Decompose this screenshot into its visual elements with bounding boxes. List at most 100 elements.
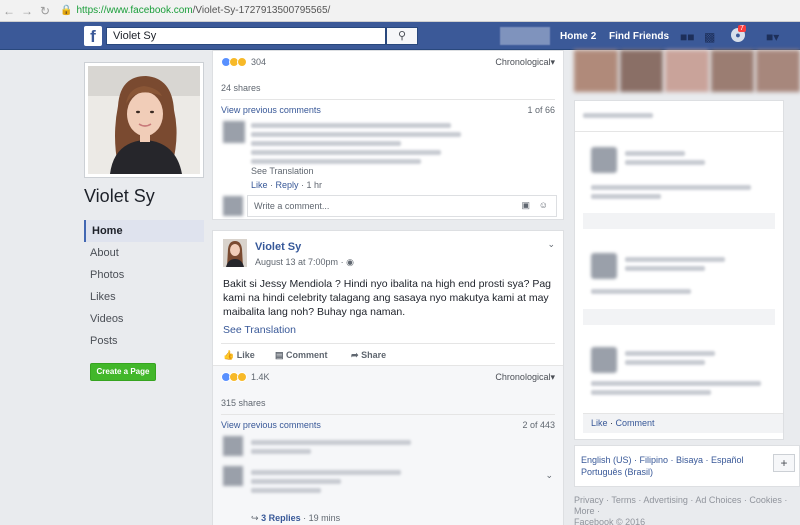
comment-pager: 2 of 443 bbox=[522, 420, 555, 430]
nav-item-videos[interactable]: Videos bbox=[84, 308, 204, 330]
notification-badge: 7 bbox=[738, 25, 746, 32]
author-avatar[interactable] bbox=[223, 239, 247, 267]
reply-arrow-icon: ↪ bbox=[251, 513, 259, 523]
nav-item-likes[interactable]: Likes bbox=[84, 286, 204, 308]
blurred-comment-text bbox=[251, 123, 471, 168]
page-nav: Home About Photos Likes Videos Posts bbox=[84, 220, 204, 352]
view-previous-comments[interactable]: View previous comments bbox=[221, 420, 321, 430]
post-card-1: 304 Chronological▾ 24 shares View previo… bbox=[212, 50, 564, 220]
create-page-button[interactable]: Create a Page bbox=[90, 363, 156, 381]
like-button[interactable]: 👍 Like bbox=[223, 350, 255, 361]
forward-icon[interactable]: → bbox=[18, 4, 36, 18]
photo-thumb[interactable] bbox=[710, 50, 755, 92]
sidebar-like-link[interactable]: Like bbox=[591, 418, 608, 428]
wow-reaction-icon bbox=[237, 372, 247, 382]
blurred-comment-text bbox=[251, 470, 451, 497]
comment-options-chevron-icon[interactable]: ⌄ bbox=[545, 470, 553, 481]
language-list-2[interactable]: Português (Brasil) bbox=[581, 466, 793, 478]
language-box: English (US) · Filipino · Bisaya · Españ… bbox=[574, 445, 800, 487]
find-friends-link[interactable]: Find Friends bbox=[609, 31, 669, 42]
address-bar[interactable]: 🔒 https://www.facebook.com/Violet-Sy-172… bbox=[60, 3, 700, 19]
back-icon[interactable]: ← bbox=[0, 4, 18, 18]
post-date[interactable]: August 13 at 7:00pm · ◉ bbox=[255, 257, 354, 268]
facebook-logo-icon[interactable]: f bbox=[84, 26, 102, 46]
reload-icon[interactable]: ↻ bbox=[36, 4, 54, 18]
photo-thumb[interactable] bbox=[619, 50, 664, 92]
commenter-avatar[interactable] bbox=[223, 466, 243, 486]
comment-icon: ▤ bbox=[275, 350, 284, 360]
nav-item-posts[interactable]: Posts bbox=[84, 330, 204, 352]
search-button[interactable]: ⚲ bbox=[386, 27, 418, 45]
nav-item-about[interactable]: About bbox=[84, 242, 204, 264]
page-title: Violet Sy bbox=[84, 186, 155, 206]
url-host: https://www.facebook.com bbox=[76, 5, 193, 16]
comments-section: 1.4K Chronological▾ 315 shares View prev… bbox=[213, 365, 563, 525]
lock-icon: 🔒 bbox=[60, 5, 73, 16]
comment-reply-link[interactable]: Reply bbox=[276, 180, 299, 190]
post-card-2: Violet Sy August 13 at 7:00pm · ◉ ⌄ Baki… bbox=[212, 230, 564, 525]
comment-like-link[interactable]: Like bbox=[251, 180, 268, 190]
comment-input[interactable]: Write a comment... ▣ ☺ bbox=[247, 195, 557, 217]
sidebar-avatar[interactable] bbox=[591, 253, 617, 279]
sidebar-actions: Like · Comment bbox=[583, 413, 783, 433]
profile-picture[interactable] bbox=[84, 62, 204, 178]
user-avatar[interactable] bbox=[500, 27, 550, 45]
my-avatar bbox=[223, 196, 243, 216]
add-language-button[interactable]: + bbox=[773, 454, 795, 472]
wow-reaction-icon bbox=[237, 57, 247, 67]
see-translation-link[interactable]: See Translation bbox=[251, 166, 314, 176]
sticker-icon[interactable]: ☺ bbox=[539, 200, 548, 210]
friend-requests-icon[interactable]: ■■ bbox=[680, 30, 695, 44]
nav-item-home[interactable]: Home bbox=[84, 220, 204, 242]
photo-thumb[interactable] bbox=[665, 50, 709, 92]
post-text: Bakit si Jessy Mendiola ? Hindi nyo ibal… bbox=[223, 278, 552, 318]
commenter-avatar[interactable] bbox=[223, 121, 245, 143]
search-icon: ⚲ bbox=[397, 30, 407, 42]
shares-count[interactable]: 24 shares bbox=[221, 83, 261, 93]
post-author[interactable]: Violet Sy bbox=[255, 241, 301, 253]
commenter-avatar[interactable] bbox=[223, 436, 243, 456]
reaction-summary[interactable]: 304 bbox=[221, 57, 266, 67]
post-options-chevron-icon[interactable]: ⌄ bbox=[547, 239, 555, 250]
reaction-count: 304 bbox=[251, 57, 267, 67]
see-translation-link[interactable]: See Translation bbox=[223, 324, 296, 336]
home-link[interactable]: Home 2 bbox=[560, 31, 596, 42]
comment-actions: Like · Reply · 1 hr bbox=[251, 180, 323, 190]
view-replies-link[interactable]: ↪ 3 Replies · 19 mins bbox=[251, 513, 340, 524]
messages-icon[interactable]: ▩ bbox=[704, 30, 715, 44]
sidebar-comment-link[interactable]: Comment bbox=[616, 418, 655, 428]
photo-thumb[interactable] bbox=[756, 50, 800, 92]
privacy-icon[interactable]: ■▾ bbox=[766, 30, 779, 44]
shares-count[interactable]: 315 shares bbox=[221, 398, 266, 408]
browser-toolbar: ← → ↻ 🔒 https://www.facebook.com/Violet-… bbox=[0, 0, 800, 22]
chevron-down-icon: ▾ bbox=[550, 372, 555, 382]
comment-button[interactable]: ▤ Comment bbox=[275, 350, 328, 361]
reaction-summary[interactable]: 1.4K bbox=[221, 372, 270, 382]
share-button[interactable]: ➦ Share bbox=[351, 350, 386, 361]
search-input[interactable]: Violet Sy bbox=[106, 27, 386, 45]
share-icon: ➦ bbox=[351, 350, 359, 360]
reaction-count: 1.4K bbox=[251, 372, 270, 382]
photo-thumb[interactable] bbox=[574, 50, 618, 92]
copyright: Facebook © 2016 bbox=[574, 517, 646, 525]
profile-photo-image bbox=[88, 66, 200, 174]
divider bbox=[221, 343, 555, 344]
blurred-comment-text bbox=[251, 440, 451, 458]
language-list[interactable]: English (US) · Filipino · Bisaya · Españ… bbox=[581, 454, 793, 466]
footer: English (US) · Filipino · Bisaya · Españ… bbox=[574, 445, 800, 525]
nav-item-photos[interactable]: Photos bbox=[84, 264, 204, 286]
view-previous-comments[interactable]: View previous comments bbox=[221, 105, 321, 115]
sidebar-avatar[interactable] bbox=[591, 347, 617, 373]
comment-time: 1 hr bbox=[306, 180, 323, 190]
comment-pager: 1 of 66 bbox=[527, 105, 555, 115]
camera-icon[interactable]: ▣ bbox=[521, 200, 530, 211]
chevron-down-icon: ▾ bbox=[550, 57, 555, 67]
sort-dropdown[interactable]: Chronological▾ bbox=[495, 57, 555, 68]
footer-more-link[interactable]: More · bbox=[574, 506, 800, 517]
blurred-sidebar-card: Like · Comment bbox=[574, 100, 784, 440]
sort-dropdown[interactable]: Chronological▾ bbox=[495, 372, 555, 383]
photo-strip bbox=[574, 50, 800, 92]
footer-links-row[interactable]: Privacy · Terms · Advertising · Ad Choic… bbox=[574, 495, 800, 506]
thumbs-up-icon: 👍 bbox=[223, 350, 235, 360]
sidebar-avatar[interactable] bbox=[591, 147, 617, 173]
